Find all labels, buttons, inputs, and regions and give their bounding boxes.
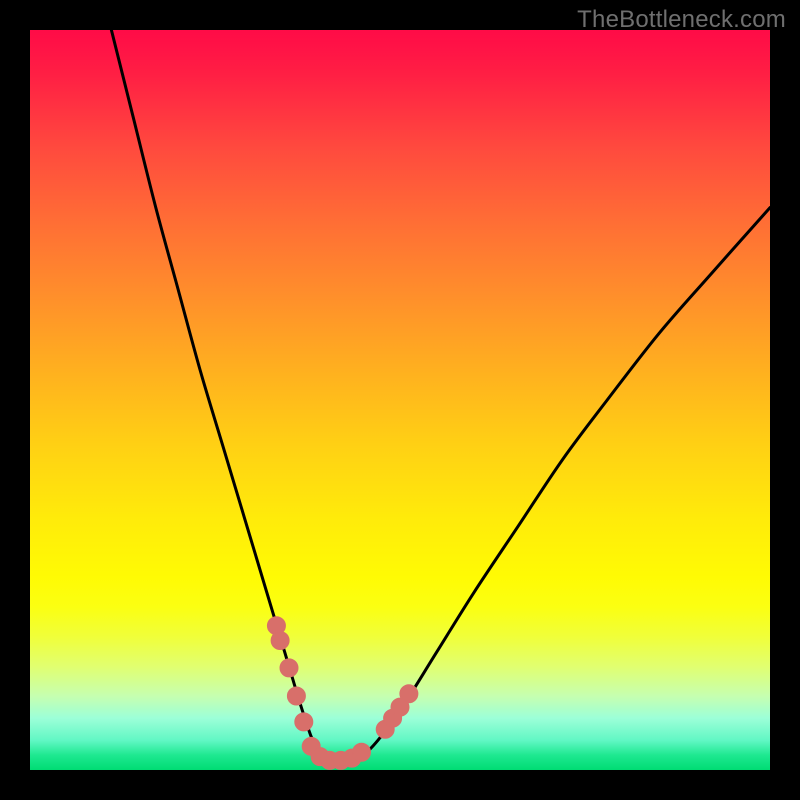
data-marker: [287, 687, 305, 705]
data-marker: [295, 713, 313, 731]
plot-area: [30, 30, 770, 770]
curve-group: [111, 30, 770, 762]
outer-frame: TheBottleneck.com: [0, 0, 800, 800]
data-marker: [400, 685, 418, 703]
data-marker: [280, 659, 298, 677]
chart-svg: [30, 30, 770, 770]
data-marker: [271, 632, 289, 650]
bottleneck-curve-path: [111, 30, 770, 762]
data-marker: [353, 743, 371, 761]
marker-group: [267, 617, 417, 770]
